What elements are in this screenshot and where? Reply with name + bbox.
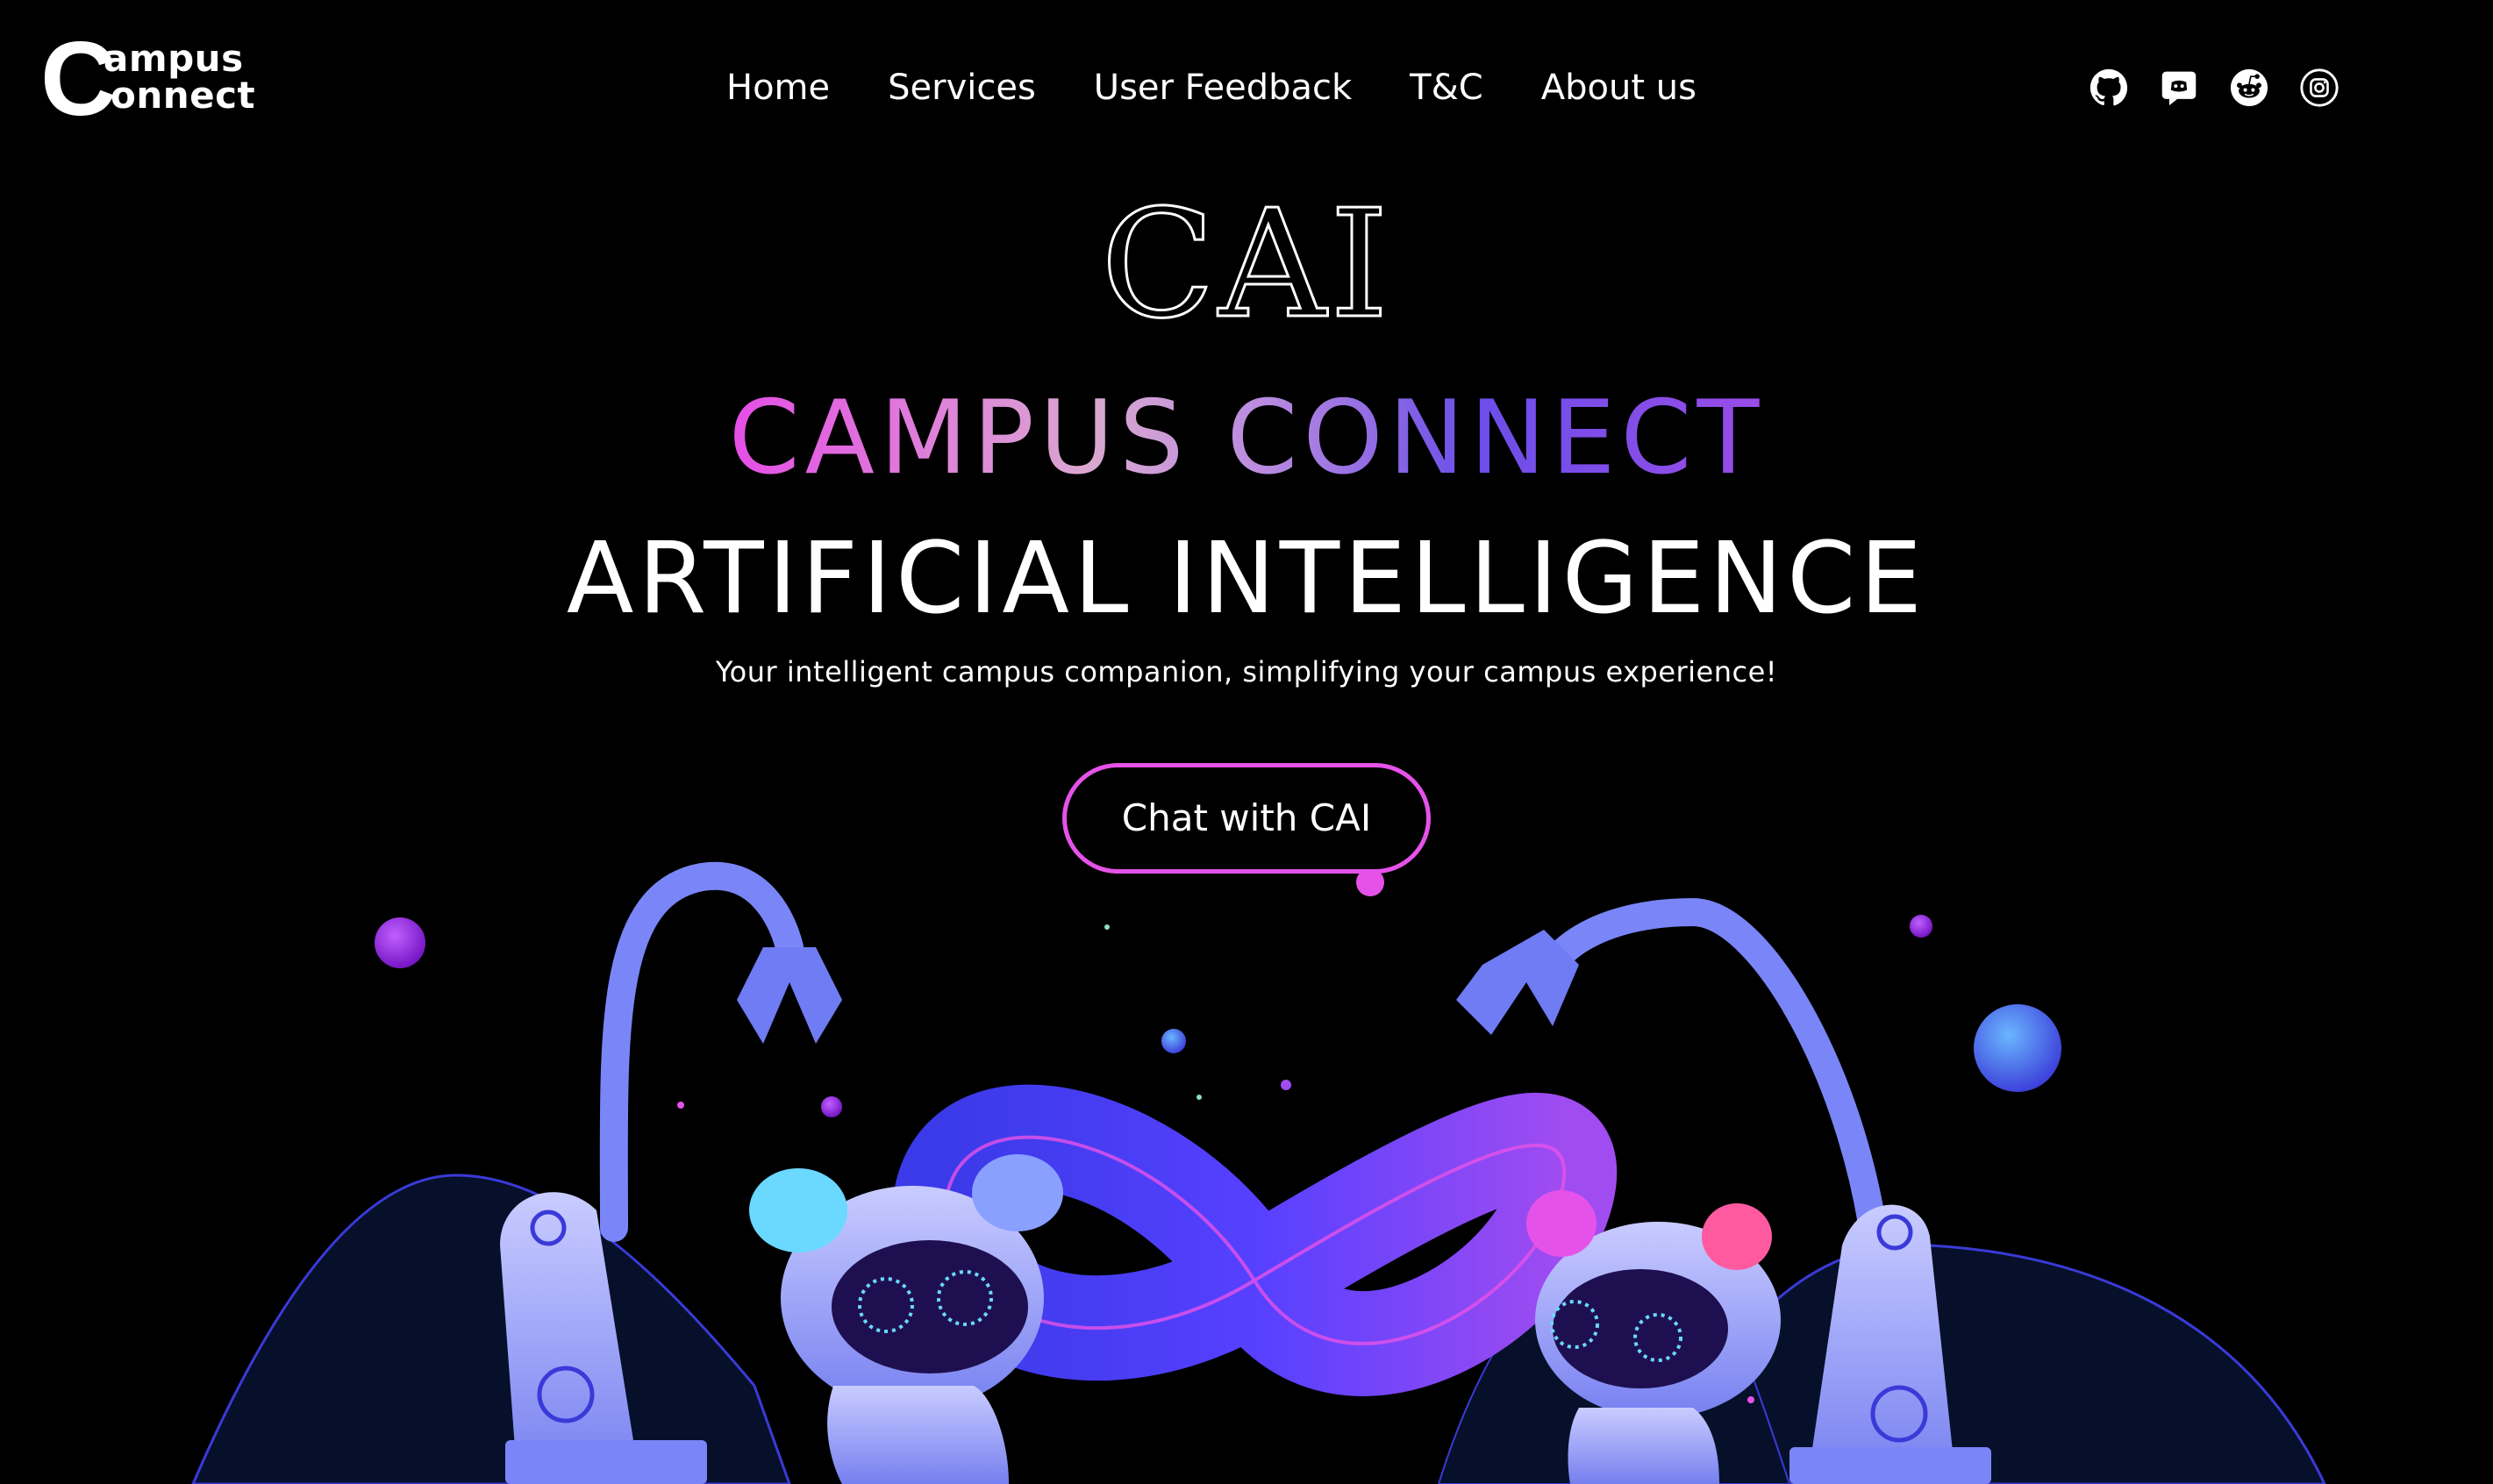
hero-tagline: Your intelligent campus companion, simpl… [715,655,1778,688]
discord-icon[interactable] [2160,68,2198,107]
main-nav: Home Services User Feedback T&C About us [726,63,1697,112]
social-links [2089,68,2339,107]
nav-user-feedback[interactable]: User Feedback [1094,63,1352,112]
nav-terms[interactable]: T&C [1410,63,1483,112]
hero-title-text: CAMPUS CONNECT [728,379,1765,497]
reddit-icon[interactable] [2230,68,2268,107]
cai-logo: CAI [1100,178,1392,352]
campus-connect-logo[interactable]: C ampus onnect [40,26,260,132]
robots-illustration [191,861,2326,1484]
github-icon[interactable] [2089,68,2128,107]
chat-with-cai-button[interactable]: Chat with CAI [1062,763,1431,874]
nav-services[interactable]: Services [888,63,1036,112]
hero-subtitle: ARTIFICIAL INTELLIGENCE [566,522,1927,636]
hero-title: CAMPUS CONNECT [0,377,2493,500]
logo-line-1: ampus [104,37,244,80]
logo-line-2: onnect [111,74,256,117]
nav-about-us[interactable]: About us [1541,63,1697,112]
nav-home[interactable]: Home [726,63,830,112]
instagram-icon[interactable] [2300,68,2339,107]
